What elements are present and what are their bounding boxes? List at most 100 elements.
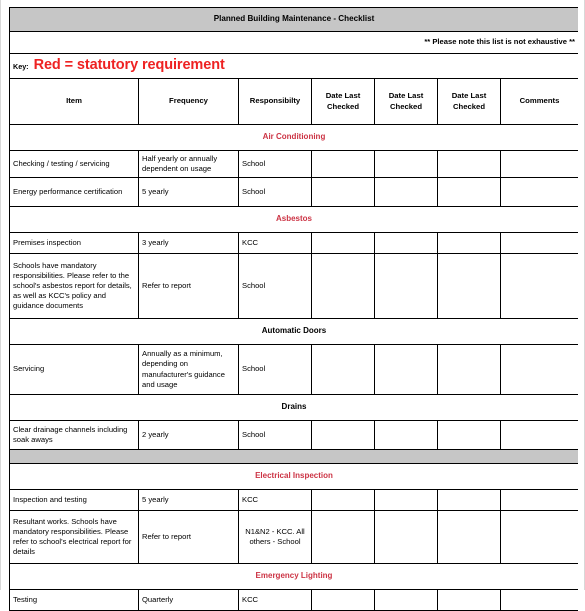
key-legend-text: Red = statutory requirement bbox=[33, 57, 225, 74]
cell-frequency: 5 yearly bbox=[138, 177, 239, 207]
cell-frequency: Half yearly or annually dependent on usa… bbox=[138, 150, 239, 178]
cell-frequency: 5 yearly bbox=[138, 489, 239, 511]
section-header-row: Drains bbox=[9, 394, 578, 421]
cell-date-last-checked-1[interactable] bbox=[311, 150, 375, 178]
cell-item: Checking / testing / servicing bbox=[9, 150, 139, 178]
cell-frequency: Refer to report bbox=[138, 510, 239, 564]
document-title: Planned Building Maintenance - Checklist bbox=[9, 7, 578, 32]
cell-date-last-checked-3[interactable] bbox=[437, 150, 501, 178]
cell-date-last-checked-2[interactable] bbox=[374, 177, 438, 207]
table-row: Servicing Annually as a minimum, dependin… bbox=[9, 344, 578, 395]
cell-date-last-checked-2[interactable] bbox=[374, 510, 438, 564]
column-header-responsibilty: Responsibilty bbox=[238, 78, 312, 125]
table-row: Inspection and testing 5 yearly KCC bbox=[9, 489, 578, 511]
cell-item: Resultant works. Schools have mandatory … bbox=[9, 510, 139, 564]
key-row: Key: Red = statutory requirement bbox=[9, 53, 578, 79]
cell-comments[interactable] bbox=[500, 589, 578, 611]
table-row: Energy performance certification 5 yearly… bbox=[9, 177, 578, 207]
cell-comments[interactable] bbox=[500, 253, 578, 319]
section-header-asbestos: Asbestos bbox=[9, 206, 578, 233]
cell-item: Energy performance certification bbox=[9, 177, 139, 207]
document-page: Planned Building Maintenance - Checklist… bbox=[0, 0, 585, 611]
cell-comments[interactable] bbox=[500, 344, 578, 395]
cell-date-last-checked-3[interactable] bbox=[437, 489, 501, 511]
cell-date-last-checked-1[interactable] bbox=[311, 510, 375, 564]
cell-date-last-checked-3[interactable] bbox=[437, 253, 501, 319]
cell-comments[interactable] bbox=[500, 489, 578, 511]
section-header-emergency-lighting: Emergency Lighting bbox=[9, 563, 578, 590]
cell-comments[interactable] bbox=[500, 420, 578, 450]
cell-item: Schools have mandatory responsibilities.… bbox=[9, 253, 139, 319]
column-header-frequency: Frequency bbox=[138, 78, 239, 125]
table-row: Premises inspection 3 yearly KCC bbox=[9, 232, 578, 254]
cell-date-last-checked-2[interactable] bbox=[374, 232, 438, 254]
title-row: Planned Building Maintenance - Checklist bbox=[9, 7, 578, 32]
cell-date-last-checked-3[interactable] bbox=[437, 589, 501, 611]
cell-comments[interactable] bbox=[500, 177, 578, 207]
table-row: Testing Quarterly KCC bbox=[9, 589, 578, 611]
section-header-row: Air Conditioning bbox=[9, 124, 578, 151]
cell-date-last-checked-2[interactable] bbox=[374, 344, 438, 395]
cell-responsibility: School bbox=[238, 150, 312, 178]
column-header-row: Item Frequency Responsibilty Date Last Chec… bbox=[9, 78, 578, 125]
cell-date-last-checked-3[interactable] bbox=[437, 420, 501, 450]
cell-comments[interactable] bbox=[500, 150, 578, 178]
cell-item: Servicing bbox=[9, 344, 139, 395]
cell-comments[interactable] bbox=[500, 510, 578, 564]
section-header-row: Emergency Lighting bbox=[9, 563, 578, 590]
key-label: Key: bbox=[13, 62, 29, 72]
cell-frequency: Annually as a minimum, depending on manu… bbox=[138, 344, 239, 395]
cell-date-last-checked-2[interactable] bbox=[374, 150, 438, 178]
column-header-comments: Comments bbox=[500, 78, 578, 125]
cell-date-last-checked-1[interactable] bbox=[311, 232, 375, 254]
cell-date-last-checked-2[interactable] bbox=[374, 253, 438, 319]
cell-responsibility: School bbox=[238, 344, 312, 395]
table-row: Checking / testing / servicing Half yearl… bbox=[9, 150, 578, 178]
section-header-row: Electrical Inspection bbox=[9, 463, 578, 490]
cell-date-last-checked-1[interactable] bbox=[311, 344, 375, 395]
cell-date-last-checked-3[interactable] bbox=[437, 344, 501, 395]
column-header-date-last-checked: Date Last Checked bbox=[437, 78, 501, 125]
cell-frequency: 2 yearly bbox=[138, 420, 239, 450]
cell-item: Inspection and testing bbox=[9, 489, 139, 511]
table-row: Clear drainage channels including soak a… bbox=[9, 420, 578, 450]
checklist-table: Planned Building Maintenance - Checklist… bbox=[9, 7, 578, 611]
cell-responsibility: KCC bbox=[238, 589, 312, 611]
cell-item: Clear drainage channels including soak a… bbox=[9, 420, 139, 450]
section-header-row: Automatic Doors bbox=[9, 318, 578, 345]
cell-responsibility: KCC bbox=[238, 489, 312, 511]
cell-date-last-checked-2[interactable] bbox=[374, 489, 438, 511]
spacer-row bbox=[9, 449, 578, 464]
cell-responsibility: School bbox=[238, 253, 312, 319]
section-header-row: Asbestos bbox=[9, 206, 578, 233]
cell-responsibility: School bbox=[238, 420, 312, 450]
cell-date-last-checked-2[interactable] bbox=[374, 589, 438, 611]
cell-date-last-checked-1[interactable] bbox=[311, 420, 375, 450]
key-legend: Key: Red = statutory requirement bbox=[9, 53, 578, 79]
cell-item: Premises inspection bbox=[9, 232, 139, 254]
cell-date-last-checked-3[interactable] bbox=[437, 177, 501, 207]
cell-frequency: 3 yearly bbox=[138, 232, 239, 254]
cell-item: Testing bbox=[9, 589, 139, 611]
cell-responsibility: School bbox=[238, 177, 312, 207]
cell-date-last-checked-1[interactable] bbox=[311, 489, 375, 511]
cell-date-last-checked-1[interactable] bbox=[311, 253, 375, 319]
section-header-electrical-inspection: Electrical Inspection bbox=[9, 463, 578, 490]
note-row: ** Please note this list is not exhausti… bbox=[9, 31, 578, 54]
table-row: Schools have mandatory responsibilities.… bbox=[9, 253, 578, 319]
cell-date-last-checked-1[interactable] bbox=[311, 177, 375, 207]
cell-frequency: Refer to report bbox=[138, 253, 239, 319]
column-header-date-last-checked: Date Last Checked bbox=[311, 78, 375, 125]
cell-comments[interactable] bbox=[500, 232, 578, 254]
cell-responsibility: N1&N2 - KCC. All others - School bbox=[238, 510, 312, 564]
cell-date-last-checked-3[interactable] bbox=[437, 232, 501, 254]
table-row: Resultant works. Schools have mandatory … bbox=[9, 510, 578, 564]
exhaustive-note: ** Please note this list is not exhausti… bbox=[9, 31, 578, 54]
column-header-date-last-checked: Date Last Checked bbox=[374, 78, 438, 125]
cell-date-last-checked-2[interactable] bbox=[374, 420, 438, 450]
cell-frequency: Quarterly bbox=[138, 589, 239, 611]
cell-date-last-checked-3[interactable] bbox=[437, 510, 501, 564]
cell-date-last-checked-1[interactable] bbox=[311, 589, 375, 611]
section-header-drains: Drains bbox=[9, 394, 578, 421]
gray-spacer-band bbox=[9, 449, 578, 464]
